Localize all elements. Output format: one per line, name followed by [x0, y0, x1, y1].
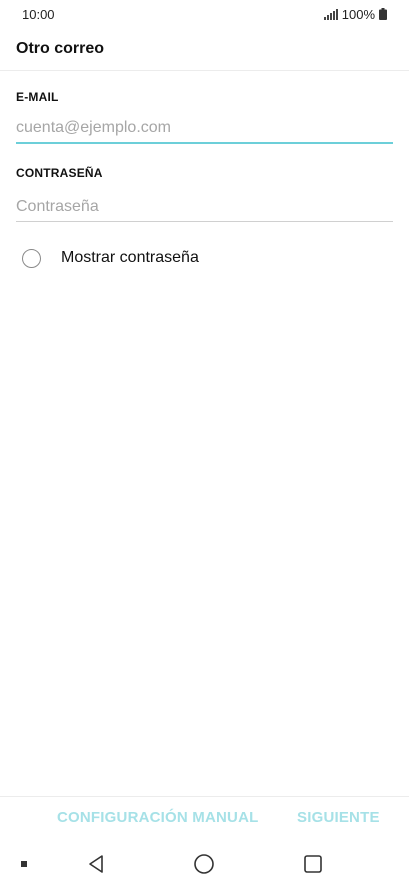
screen: 10:00 100% Otro correo E-MAIL CONTRASEÑA…: [0, 0, 409, 888]
next-button[interactable]: SIGUIENTE: [297, 809, 380, 826]
manual-setup-button[interactable]: CONFIGURACIÓN MANUAL: [57, 809, 258, 826]
battery-percentage: 100%: [341, 6, 375, 22]
back-icon: [89, 855, 103, 873]
nav-dot[interactable]: [10, 850, 38, 878]
nav-recent-apps-button[interactable]: [299, 850, 327, 878]
dot-icon: [21, 861, 27, 867]
page-title: Otro correo: [16, 40, 105, 57]
email-label: E-MAIL: [16, 90, 59, 104]
show-password-toggle[interactable]: Mostrar contraseña: [22, 243, 199, 273]
home-icon: [194, 854, 214, 874]
app-header: Otro correo: [0, 28, 409, 71]
show-password-label: Mostrar contraseña: [61, 249, 199, 266]
password-input[interactable]: [16, 192, 393, 222]
action-bar: CONFIGURACIÓN MANUAL SIGUIENTE: [0, 796, 409, 840]
nav-back-button[interactable]: [82, 850, 110, 878]
status-bar: 10:00 100%: [0, 0, 409, 28]
email-input[interactable]: [16, 114, 393, 144]
nav-bar: [0, 840, 409, 888]
battery-icon: [379, 8, 387, 20]
password-label: CONTRASEÑA: [16, 166, 103, 180]
recent-apps-icon: [304, 855, 322, 873]
signal-icon: [323, 8, 338, 20]
status-right: 100%: [323, 6, 387, 22]
status-time: 10:00: [22, 6, 55, 22]
radio-circle-icon[interactable]: [22, 248, 41, 268]
nav-home-button[interactable]: [190, 850, 218, 878]
